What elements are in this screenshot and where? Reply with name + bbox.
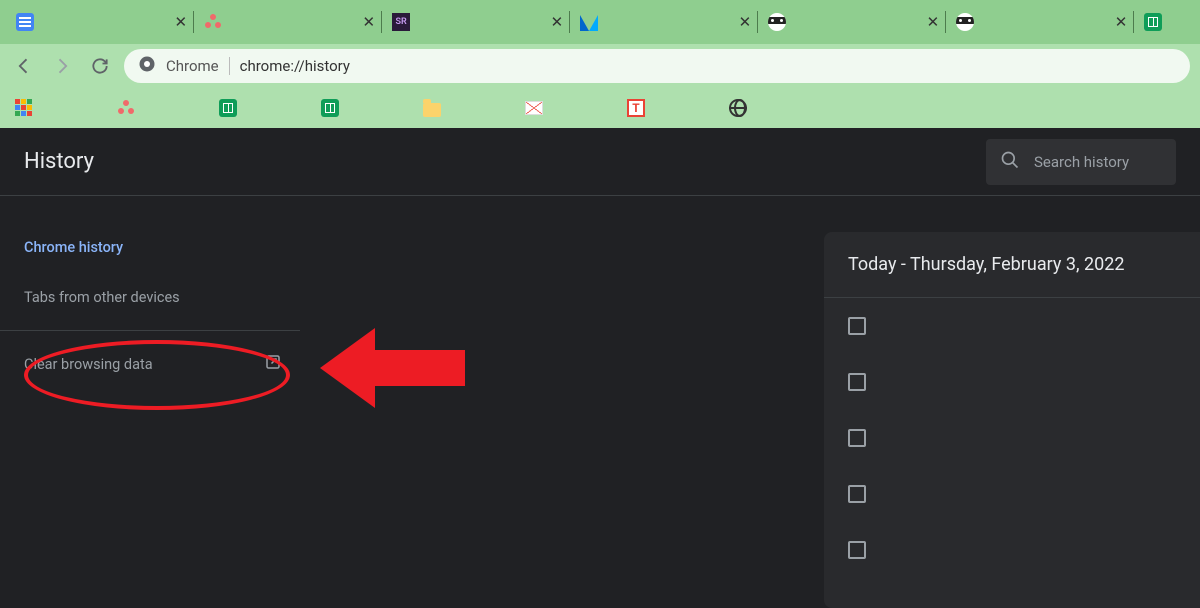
globe-icon[interactable] (728, 98, 748, 118)
history-entry[interactable] (824, 522, 1200, 578)
checkbox[interactable] (848, 429, 866, 447)
asana-icon[interactable] (116, 98, 136, 118)
search-icon (1000, 150, 1020, 174)
asana-icon (204, 13, 222, 31)
sheets-icon (1144, 13, 1162, 31)
bookmarks-bar: T (0, 88, 1200, 128)
close-icon[interactable]: ✕ (363, 13, 376, 31)
browser-tab[interactable]: ✕ (6, 5, 193, 39)
sidebar-item-tabs-other-devices[interactable]: Tabs from other devices (0, 272, 306, 322)
open-external-icon (264, 353, 282, 375)
browser-tab-strip: ✕ ✕ SR ✕ ✕ ✕ ✕ (0, 0, 1200, 44)
sheets-icon[interactable] (218, 98, 238, 118)
close-icon[interactable]: ✕ (927, 13, 940, 31)
back-button[interactable] (10, 52, 38, 80)
triangle-icon (580, 13, 598, 31)
close-icon[interactable]: ✕ (551, 13, 564, 31)
forward-button[interactable] (48, 52, 76, 80)
checkbox[interactable] (848, 541, 866, 559)
site-label: Chrome (166, 57, 219, 75)
browser-tab[interactable]: ✕ (570, 5, 757, 39)
gmail-icon[interactable] (524, 98, 544, 118)
browser-tab[interactable] (1134, 5, 1194, 39)
history-header: History Search history (0, 128, 1200, 196)
history-day-card: Today - Thursday, February 3, 2022 (824, 232, 1200, 608)
history-entry[interactable] (824, 354, 1200, 410)
chrome-icon (138, 55, 156, 77)
browser-tab[interactable]: ✕ (758, 5, 945, 39)
browser-tab[interactable]: ✕ (946, 5, 1133, 39)
address-bar: Chrome chrome://history (0, 44, 1200, 88)
text-app-icon[interactable]: T (626, 98, 646, 118)
history-page: History Search history Chrome history Ta… (0, 128, 1200, 598)
url-input[interactable]: Chrome chrome://history (124, 49, 1190, 83)
apps-grid-icon[interactable] (14, 98, 34, 118)
sidebar-item-label: Clear browsing data (24, 356, 153, 373)
close-icon[interactable]: ✕ (739, 13, 752, 31)
reload-button[interactable] (86, 52, 114, 80)
history-entry[interactable] (824, 298, 1200, 354)
history-content: Today - Thursday, February 3, 2022 (306, 196, 1200, 598)
checkbox[interactable] (848, 373, 866, 391)
checkbox[interactable] (848, 317, 866, 335)
history-entry[interactable] (824, 466, 1200, 522)
ninja-icon (768, 13, 786, 31)
sidebar-item-clear-browsing-data[interactable]: Clear browsing data (0, 339, 306, 389)
browser-tab[interactable]: ✕ (194, 5, 381, 39)
ninja-icon (956, 13, 974, 31)
history-sidebar: Chrome history Tabs from other devices C… (0, 196, 306, 598)
close-icon[interactable]: ✕ (174, 13, 187, 31)
search-placeholder: Search history (1034, 153, 1129, 171)
sr-icon: SR (392, 13, 410, 31)
history-body: Chrome history Tabs from other devices C… (0, 196, 1200, 598)
checkbox[interactable] (848, 485, 866, 503)
history-entry[interactable] (824, 410, 1200, 466)
divider (0, 330, 300, 331)
separator (229, 57, 230, 75)
search-history-input[interactable]: Search history (986, 139, 1176, 185)
sidebar-item-chrome-history[interactable]: Chrome history (0, 222, 306, 272)
sheets-icon[interactable] (320, 98, 340, 118)
sidebar-item-label: Tabs from other devices (24, 289, 180, 306)
docs-icon (16, 13, 34, 31)
url-text: chrome://history (240, 57, 350, 75)
browser-tab[interactable]: SR ✕ (382, 5, 569, 39)
page-title: History (24, 149, 94, 174)
close-icon[interactable]: ✕ (1115, 13, 1128, 31)
folder-icon[interactable] (422, 98, 442, 118)
sidebar-item-label: Chrome history (24, 239, 123, 256)
history-date-header: Today - Thursday, February 3, 2022 (824, 232, 1200, 298)
